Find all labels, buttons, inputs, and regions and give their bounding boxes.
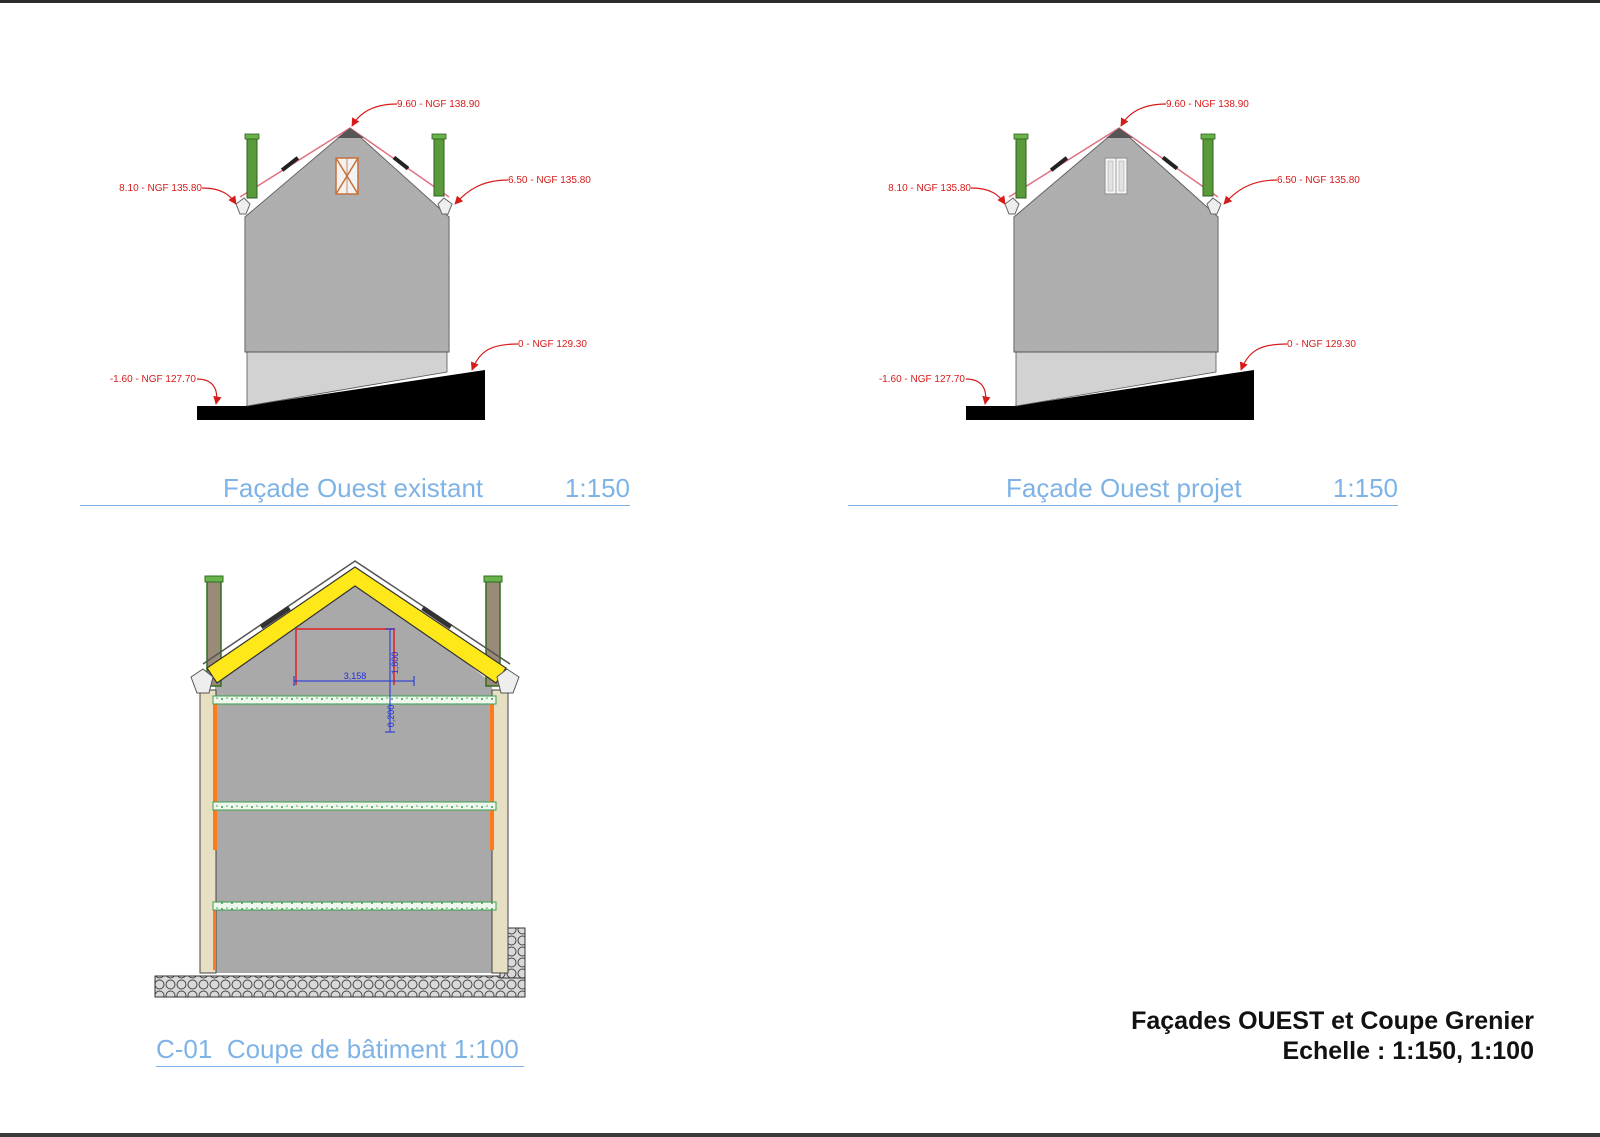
ground-left-level-arrow: [965, 378, 991, 405]
eave-left-level-label: 8.10 - NGF 135.80: [119, 183, 202, 194]
floor-level-2: [212, 801, 497, 811]
height-dimension-label: 1,800: [390, 652, 400, 675]
ridge-level-label: 9.60 - NGF 138.90: [397, 99, 480, 110]
caption-facade-existant-scale: 1:150: [564, 473, 630, 503]
caption-coupe-code: C-01: [156, 1034, 213, 1064]
ridge-level-label: 9.60 - NGF 138.90: [1166, 99, 1249, 110]
eave-right-level-arrow: [454, 179, 509, 205]
ground-left-level-arrow: [196, 378, 222, 405]
caption-coupe: C-01 Coupe de bâtiment 1:100: [156, 1034, 524, 1067]
eave-left-level-arrow: [201, 187, 237, 205]
sheet-title: Façades OUEST et Coupe Grenier: [1131, 1007, 1534, 1035]
sheet-bottom-border: [0, 1133, 1600, 1137]
caption-facade-projet: Façade Ouest projet 1:150: [848, 473, 1398, 506]
floor-attic: [212, 695, 497, 705]
eave-right-level-arrow: [1223, 179, 1278, 205]
caption-facade-projet-scale: 1:150: [1332, 473, 1398, 503]
eave-left-level-arrow: [970, 187, 1006, 205]
facade-projet-drawing: 9.60 - NGF 138.90 8.10 - NGF 135.80 6.50…: [879, 99, 1360, 420]
ground-right-level-label: 0 - NGF 129.30: [518, 339, 587, 350]
caption-facade-projet-text: Façade Ouest projet: [1006, 473, 1242, 503]
ground-right-level-arrow: [470, 343, 519, 371]
gable-shutter-icon: [335, 157, 359, 195]
title-block: Façades OUEST et Coupe Grenier Echelle :…: [1131, 1006, 1534, 1066]
coupe-section-drawing: 3,158 1,800 0,200: [154, 560, 526, 998]
ground-left-level-label: -1.60 - NGF 127.70: [879, 374, 966, 385]
caption-facade-existant-text: Façade Ouest existant: [223, 473, 484, 503]
caption-facade-existant: Façade Ouest existant 1:150: [80, 473, 630, 506]
drawing-sheet: 9.60 - NGF 138.90 8.10 - NGF 135.80 6.50…: [110, 99, 1360, 998]
ground-right-level-arrow: [1239, 343, 1288, 371]
eave-left-level-label: 8.10 - NGF 135.80: [888, 183, 971, 194]
ground-right-level-label: 0 - NGF 129.30: [1287, 339, 1356, 350]
facade-existant-drawing: 9.60 - NGF 138.90 8.10 - NGF 135.80 6.50…: [110, 99, 591, 420]
floor-level-1: [212, 901, 497, 911]
caption-coupe-text: Coupe de bâtiment 1:100: [226, 1034, 519, 1064]
ground-left-level-label: -1.60 - NGF 127.70: [110, 374, 197, 385]
sheet-scale: Echelle : 1:150, 1:100: [1282, 1037, 1534, 1065]
ridge-level-arrow: [351, 103, 398, 127]
eave-right-level-label: 6.50 - NGF 135.80: [1277, 175, 1360, 186]
foundation-gravel: [154, 975, 526, 998]
eave-right-level-label: 6.50 - NGF 135.80: [508, 175, 591, 186]
gable-window-icon: [1104, 157, 1128, 195]
width-dimension-label: 3,158: [344, 671, 367, 681]
floor-thickness-dimension-label: 0,200: [386, 705, 396, 728]
ridge-level-arrow: [1120, 103, 1167, 127]
